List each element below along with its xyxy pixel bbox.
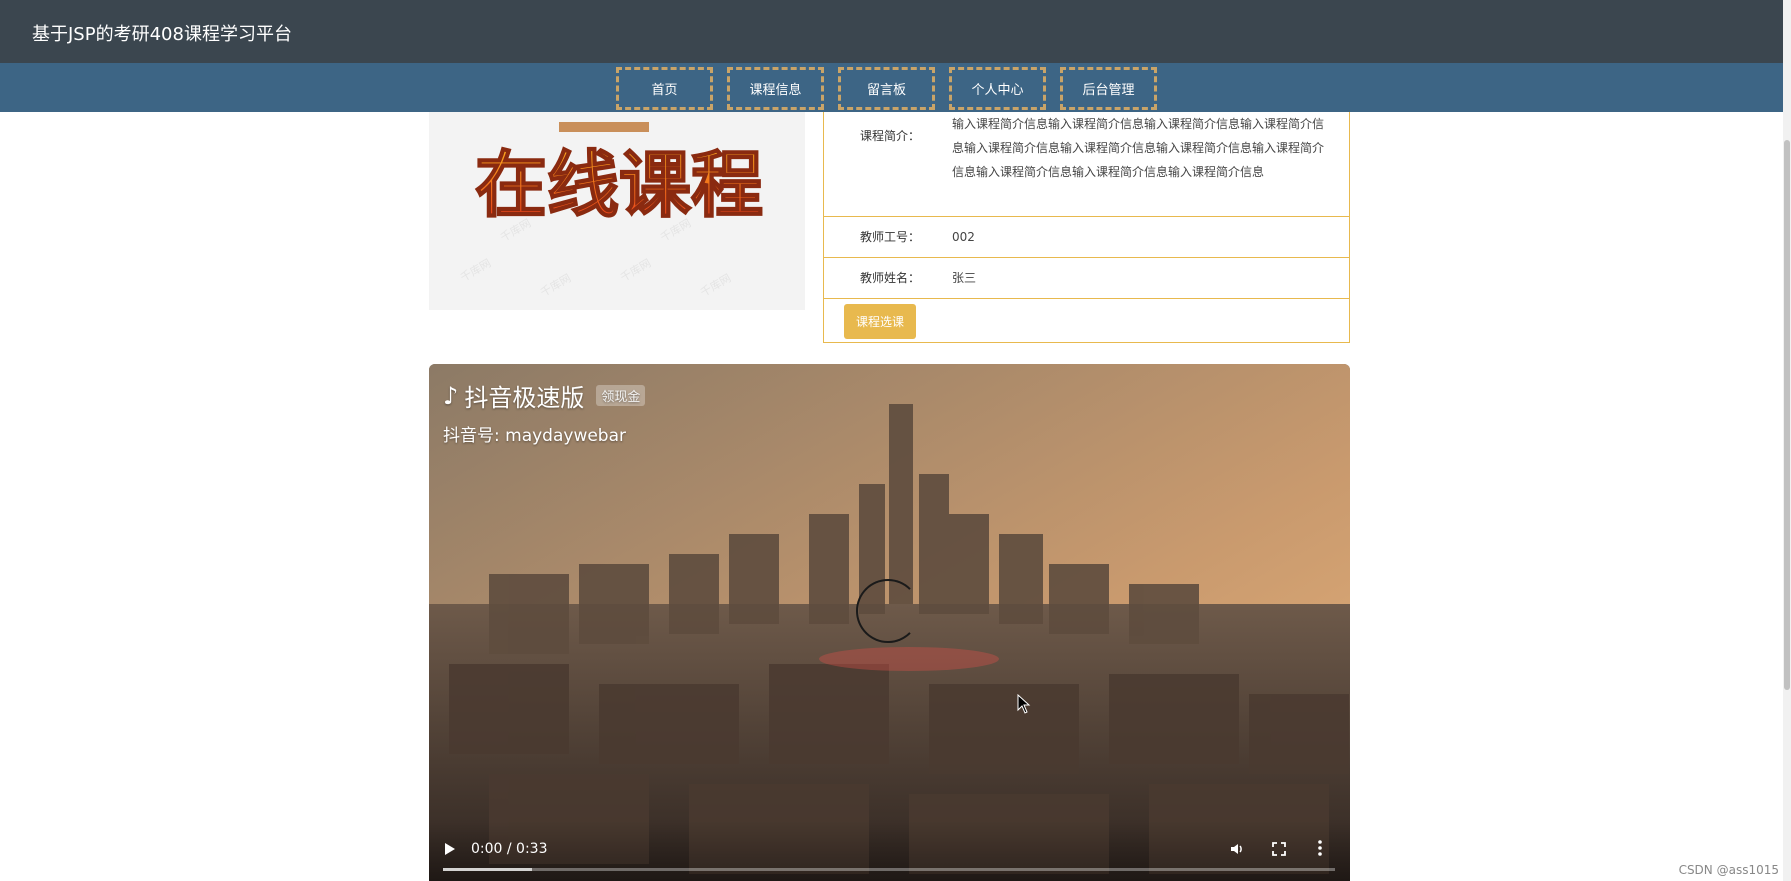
loading-spinner-icon	[856, 579, 920, 643]
teacher-name-row: 教师姓名： 张三	[824, 258, 1349, 299]
nav-item-personal-center[interactable]: 个人中心	[949, 67, 1046, 110]
banner-decoration	[559, 122, 649, 132]
image-watermark: 千库网	[538, 271, 574, 300]
course-intro-value: 输入课程简介信息输入课程简介信息输入课程简介信息输入课程简介信息输入课程简介信息…	[952, 117, 1325, 179]
top-header: 基于JSP的考研408课程学习平台	[0, 0, 1783, 63]
fullscreen-icon[interactable]	[1271, 841, 1287, 861]
csdn-watermark: CSDN @ass1015	[1678, 863, 1779, 877]
video-controls: 0:00 / 0:33	[429, 821, 1350, 881]
site-title[interactable]: 基于JSP的考研408课程学习平台	[32, 20, 292, 46]
course-intro-row: 课程简介： 输入课程简介信息输入课程简介信息输入课程简介信息输入课程简介信息输入…	[824, 112, 1349, 217]
douyin-badge: 领现金	[596, 385, 646, 406]
video-time: 0:00 / 0:33	[471, 841, 548, 857]
image-watermark: 千库网	[618, 256, 654, 285]
course-cover-image: 千库网 千库网 千库网 千库网 千库网 千库网 在线课程	[429, 112, 805, 310]
play-icon[interactable]	[445, 843, 455, 855]
nav-item-course-info[interactable]: 课程信息	[727, 67, 824, 110]
course-select-button[interactable]: 课程选课	[844, 304, 916, 339]
nav-item-home[interactable]: 首页	[616, 67, 713, 110]
teacher-id-row: 教师工号： 002	[824, 217, 1349, 258]
page-scrollbar[interactable]	[1783, 0, 1791, 881]
nav-item-message-board[interactable]: 留言板	[838, 67, 935, 110]
teacher-id-value: 002	[952, 230, 975, 244]
teacher-name-label: 教师姓名：	[860, 271, 921, 285]
volume-icon[interactable]	[1229, 841, 1245, 861]
page: 基于JSP的考研408课程学习平台 首页 课程信息 留言板 个人中心 后台管理 …	[0, 0, 1791, 881]
course-intro-label: 课程简介：	[860, 129, 921, 143]
course-video-player[interactable]: ♪ 抖音极速版 领现金 抖音号: maydaywebar 0:00 / 0:33	[429, 364, 1350, 881]
banner-text: 在线课程	[475, 143, 763, 227]
course-info-panel: 课程简介： 输入课程简介信息输入课程简介信息输入课程简介信息输入课程简介信息输入…	[823, 112, 1350, 343]
teacher-name-value: 张三	[952, 271, 977, 285]
mouse-cursor-icon	[1017, 694, 1031, 714]
image-watermark: 千库网	[458, 256, 494, 285]
nav-items: 首页 课程信息 留言板 个人中心 后台管理	[616, 67, 1157, 110]
douyin-app-name: 抖音极速版	[464, 384, 585, 412]
nav-item-admin[interactable]: 后台管理	[1060, 67, 1157, 110]
teacher-id-label: 教师工号：	[860, 230, 921, 244]
image-watermark: 千库网	[698, 271, 734, 300]
main-nav: 首页 课程信息 留言板 个人中心 后台管理	[0, 63, 1783, 112]
online-course-banner: 在线课程	[474, 122, 764, 228]
douyin-logo: ♪ 抖音极速版 领现金	[443, 378, 646, 413]
video-progress-bar[interactable]	[443, 868, 1335, 871]
douyin-note-icon: ♪	[443, 381, 459, 410]
more-options-icon[interactable]	[1317, 839, 1323, 861]
douyin-account: 抖音号: maydaywebar	[443, 426, 626, 446]
video-progress-fill	[443, 868, 533, 871]
scrollbar-thumb[interactable]	[1784, 140, 1790, 690]
